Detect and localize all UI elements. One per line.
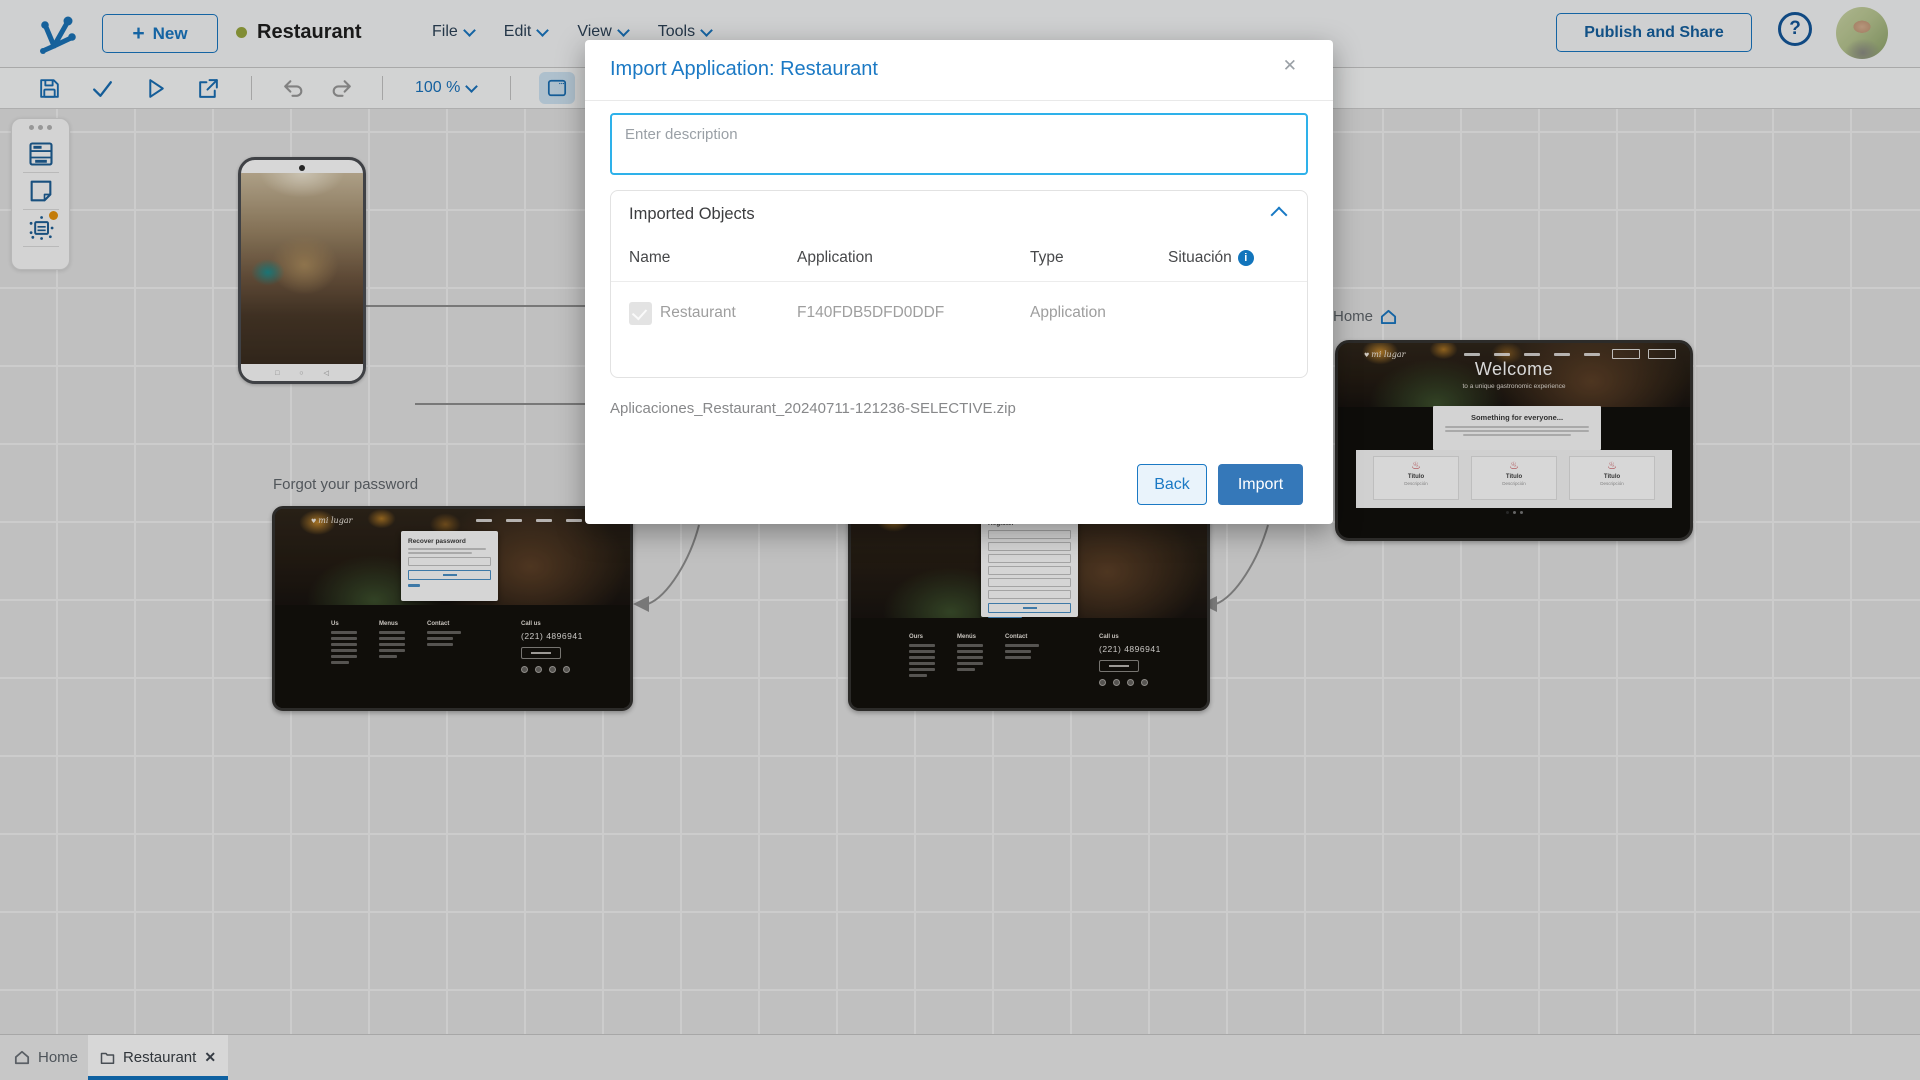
back-button[interactable]: Back [1137, 464, 1207, 505]
dialog-actions: Back Import [1137, 464, 1303, 505]
description-input[interactable] [610, 113, 1308, 175]
imported-objects-title: Imported Objects [629, 205, 755, 223]
objects-table-header: Name Application Type Situación i [611, 249, 1307, 282]
row-name: Restaurant [660, 304, 736, 321]
import-file-name: Aplicaciones_Restaurant_20240711-121236-… [610, 400, 1016, 417]
close-icon[interactable]: ✕ [1283, 56, 1297, 76]
row-type: Application [1030, 304, 1106, 321]
row-checkbox[interactable] [629, 301, 652, 325]
table-row: Restaurant F140FDB5DFD0DDF Application [611, 282, 1307, 344]
info-icon[interactable]: i [1237, 250, 1254, 266]
imported-objects-section: Imported Objects Name Application Type S… [610, 190, 1308, 378]
dialog-divider [585, 100, 1333, 101]
row-application-id: F140FDB5DFD0DDF [797, 304, 945, 321]
dialog-title: Import Application: Restaurant [610, 58, 878, 80]
column-type: Type [1030, 249, 1064, 266]
column-application: Application [797, 249, 873, 266]
app-window: Splash □ ○ ◁ Forgot your password mi lug… [0, 0, 1920, 1080]
column-situation: Situación i [1168, 249, 1307, 267]
column-name: Name [629, 249, 671, 266]
chevron-up-icon[interactable] [1270, 206, 1288, 224]
import-button[interactable]: Import [1218, 464, 1303, 505]
import-application-dialog: Import Application: Restaurant ✕ Importe… [585, 40, 1333, 524]
